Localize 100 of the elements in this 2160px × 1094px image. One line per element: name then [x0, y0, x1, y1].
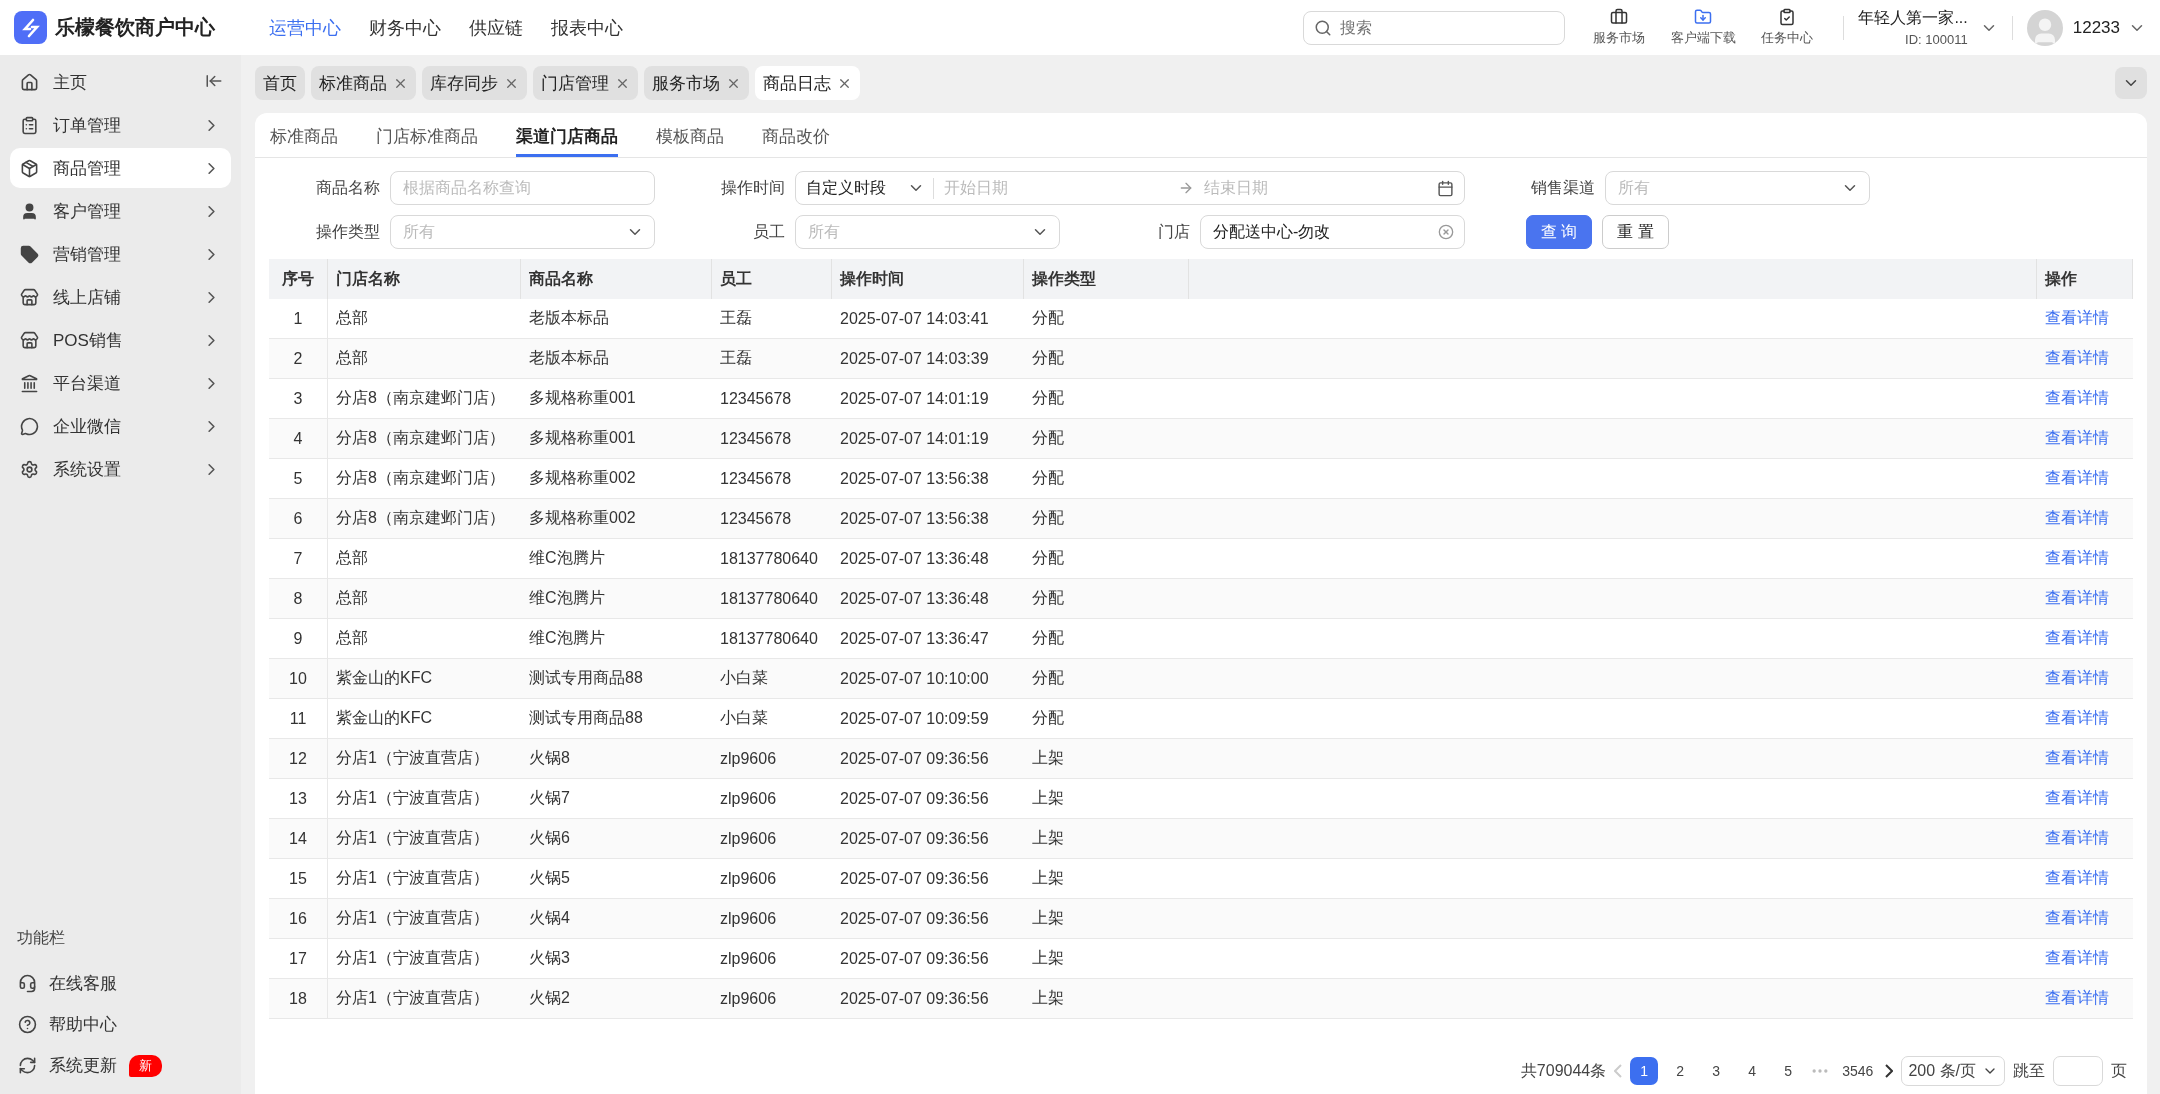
select-field[interactable]: 所有	[1605, 171, 1870, 205]
table-cell: zlp9606	[712, 979, 832, 1019]
page-jump-field[interactable]	[2053, 1056, 2103, 1086]
page-tab[interactable]: 标准商品	[311, 66, 416, 100]
view-details-link[interactable]: 查看详情	[2045, 428, 2109, 449]
utility-link[interactable]: 系统更新 新	[10, 1045, 231, 1086]
filter-label: 员工	[752, 221, 785, 242]
page-tab[interactable]: 门店管理	[533, 66, 638, 100]
next-page-button[interactable]	[1885, 1064, 1894, 1078]
account-id: ID: 100011	[1905, 32, 1968, 47]
top-nav-item[interactable]: 财务中心	[355, 15, 455, 40]
utility-link[interactable]: 在线客服	[10, 963, 231, 1004]
table-cell: 2025-07-07 09:36:56	[832, 979, 1024, 1019]
table-cell: 维C泡腾片	[521, 579, 712, 619]
page-button[interactable]: 5	[1774, 1057, 1803, 1085]
start-date-input[interactable]: 开始日期	[942, 178, 1170, 198]
page-button[interactable]: 1	[1630, 1057, 1659, 1085]
view-details-link[interactable]: 查看详情	[2045, 908, 2109, 929]
utility-link[interactable]: 帮助中心	[10, 1004, 231, 1045]
sub-tab[interactable]: 商品改价	[762, 113, 830, 157]
sidebar-item[interactable]: 客户管理	[10, 191, 231, 231]
sidebar-item[interactable]: 商品管理	[10, 148, 231, 188]
top-nav-item[interactable]: 运营中心	[255, 15, 355, 40]
sidebar-item[interactable]: 订单管理	[10, 105, 231, 145]
column-header: 员工	[712, 259, 832, 299]
page-button[interactable]: 2	[1666, 1057, 1695, 1085]
table-cell: 分店8（南京建邺门店）	[328, 419, 521, 459]
table-cell: 2025-07-07 13:36:48	[832, 579, 1024, 619]
store-input[interactable]: 分配送中心-勿改	[1211, 222, 1430, 242]
sidebar-item[interactable]: 系统设置	[10, 449, 231, 489]
sidebar-item[interactable]: 主页	[10, 62, 231, 102]
toolbar-button[interactable]: 任务中心	[1745, 7, 1830, 48]
view-details-link[interactable]: 查看详情	[2045, 388, 2109, 409]
page-tab[interactable]: 首页	[255, 66, 305, 100]
page-tab[interactable]: 商品日志	[755, 66, 860, 100]
sidebar-item[interactable]: POS销售	[10, 320, 231, 360]
view-details-link[interactable]: 查看详情	[2045, 988, 2109, 1009]
filter-label: 商品名称	[315, 177, 380, 198]
view-details-link[interactable]: 查看详情	[2045, 588, 2109, 609]
toolbar-button[interactable]: 客户端下载	[1661, 7, 1746, 48]
table-cell: 9	[269, 619, 328, 659]
sub-tab[interactable]: 标准商品	[270, 113, 338, 157]
query-button[interactable]: 查 询	[1526, 215, 1593, 249]
page-size-select[interactable]: 200 条/页	[1901, 1056, 2005, 1086]
view-details-link[interactable]: 查看详情	[2045, 348, 2109, 369]
column-header: 门店名称	[328, 259, 521, 299]
sidebar-item[interactable]: 线上店铺	[10, 277, 231, 317]
collapse-icon	[205, 72, 223, 90]
account-name: 年轻人第一家...	[1858, 8, 1968, 28]
clear-icon[interactable]	[1438, 224, 1454, 240]
view-details-link[interactable]: 查看详情	[2045, 948, 2109, 969]
view-details-link[interactable]: 查看详情	[2045, 748, 2109, 769]
view-details-link[interactable]: 查看详情	[2045, 628, 2109, 649]
list-icon	[20, 115, 39, 135]
sub-tab[interactable]: 模板商品	[656, 113, 724, 157]
reset-button[interactable]: 重 置	[1602, 215, 1669, 249]
table-cell: 13	[269, 779, 328, 819]
view-details-link[interactable]: 查看详情	[2045, 828, 2109, 849]
table-cell: 2025-07-07 14:01:19	[832, 419, 1024, 459]
page-button[interactable]: 3	[1702, 1057, 1731, 1085]
page-button[interactable]: 3546	[1838, 1057, 1878, 1085]
search-field[interactable]: 搜索	[1303, 10, 1566, 45]
store-field[interactable]: 分配送中心-勿改	[1200, 215, 1465, 249]
page-tab[interactable]: 库存同步	[422, 66, 527, 100]
sidebar-item[interactable]: 企业微信	[10, 406, 231, 446]
search-input[interactable]: 搜索	[1338, 17, 1539, 38]
sidebar-item[interactable]: 平台渠道	[10, 363, 231, 403]
sub-tab[interactable]: 渠道门店商品	[516, 113, 618, 157]
view-details-link[interactable]: 查看详情	[2045, 868, 2109, 889]
top-nav-item[interactable]: 报表中心	[537, 15, 637, 40]
view-details-link[interactable]: 查看详情	[2045, 308, 2109, 329]
page-button[interactable]: 4	[1738, 1057, 1767, 1085]
view-details-link[interactable]: 查看详情	[2045, 508, 2109, 529]
column-header: 序号	[269, 259, 328, 299]
page-suffix: 页	[2111, 1060, 2127, 1081]
table-cell: 2	[269, 339, 328, 379]
view-details-link[interactable]: 查看详情	[2045, 788, 2109, 809]
view-details-link[interactable]: 查看详情	[2045, 668, 2109, 689]
date-range-field[interactable]: 自定义时段 开始日期 结束日期	[795, 171, 1465, 205]
sub-tab[interactable]: 门店标准商品	[376, 113, 478, 157]
table-cell: 15	[269, 859, 328, 899]
page-tab[interactable]: 服务市场	[644, 66, 749, 100]
top-nav-item[interactable]: 供应链	[455, 15, 537, 40]
end-date-input[interactable]: 结束日期	[1201, 178, 1429, 198]
text-input[interactable]: 根据商品名称查询	[401, 178, 644, 198]
select-input[interactable]: 所有	[401, 222, 618, 242]
select-input[interactable]: 所有	[806, 222, 1023, 242]
product-name-field[interactable]: 根据商品名称查询	[390, 171, 655, 205]
column-header: 操作类型	[1024, 259, 1189, 299]
select-field[interactable]: 所有	[795, 215, 1060, 249]
sidebar-item[interactable]: 营销管理	[10, 234, 231, 274]
preset-select[interactable]: 自定义时段	[806, 177, 934, 199]
select-field[interactable]: 所有	[390, 215, 655, 249]
view-details-link[interactable]: 查看详情	[2045, 708, 2109, 729]
toolbar-button[interactable]: 服务市场	[1577, 7, 1662, 48]
table-cell: 分配	[1024, 659, 1189, 699]
select-input[interactable]: 所有	[1616, 178, 1833, 198]
view-details-link[interactable]: 查看详情	[2045, 548, 2109, 569]
view-details-link[interactable]: 查看详情	[2045, 468, 2109, 489]
table-cell: 2025-07-07 09:36:56	[832, 739, 1024, 779]
